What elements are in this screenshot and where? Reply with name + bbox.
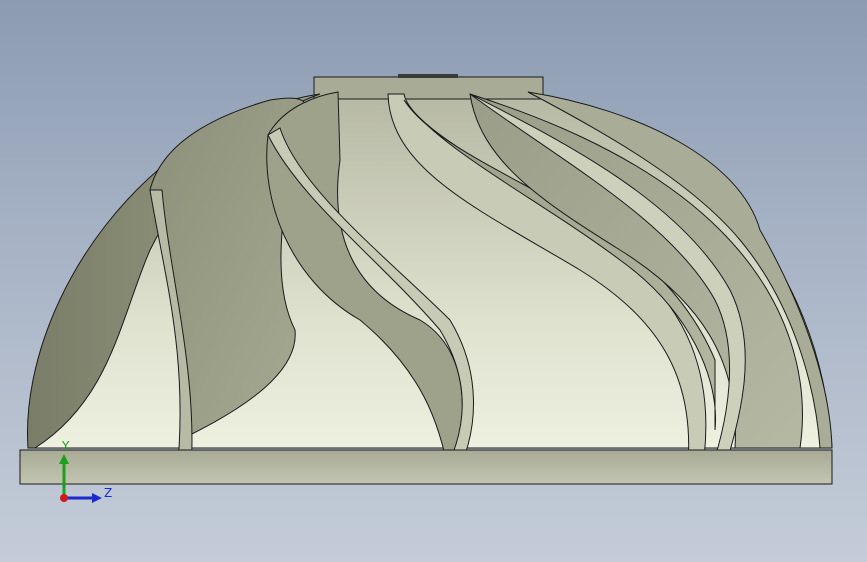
top-boss [313, 76, 544, 100]
y-arrow-icon [59, 454, 69, 464]
base-plate [19, 449, 833, 485]
z-arrow-icon [92, 493, 102, 503]
top-boss-recess [398, 74, 458, 78]
origin-dot-icon [60, 494, 68, 502]
y-axis-label: Y [61, 440, 70, 453]
3d-viewport[interactable]: Y Z [0, 0, 867, 562]
z-axis-label: Z [104, 486, 112, 500]
coordinate-triad: Y Z [59, 440, 112, 503]
impeller-model[interactable] [0, 0, 867, 562]
